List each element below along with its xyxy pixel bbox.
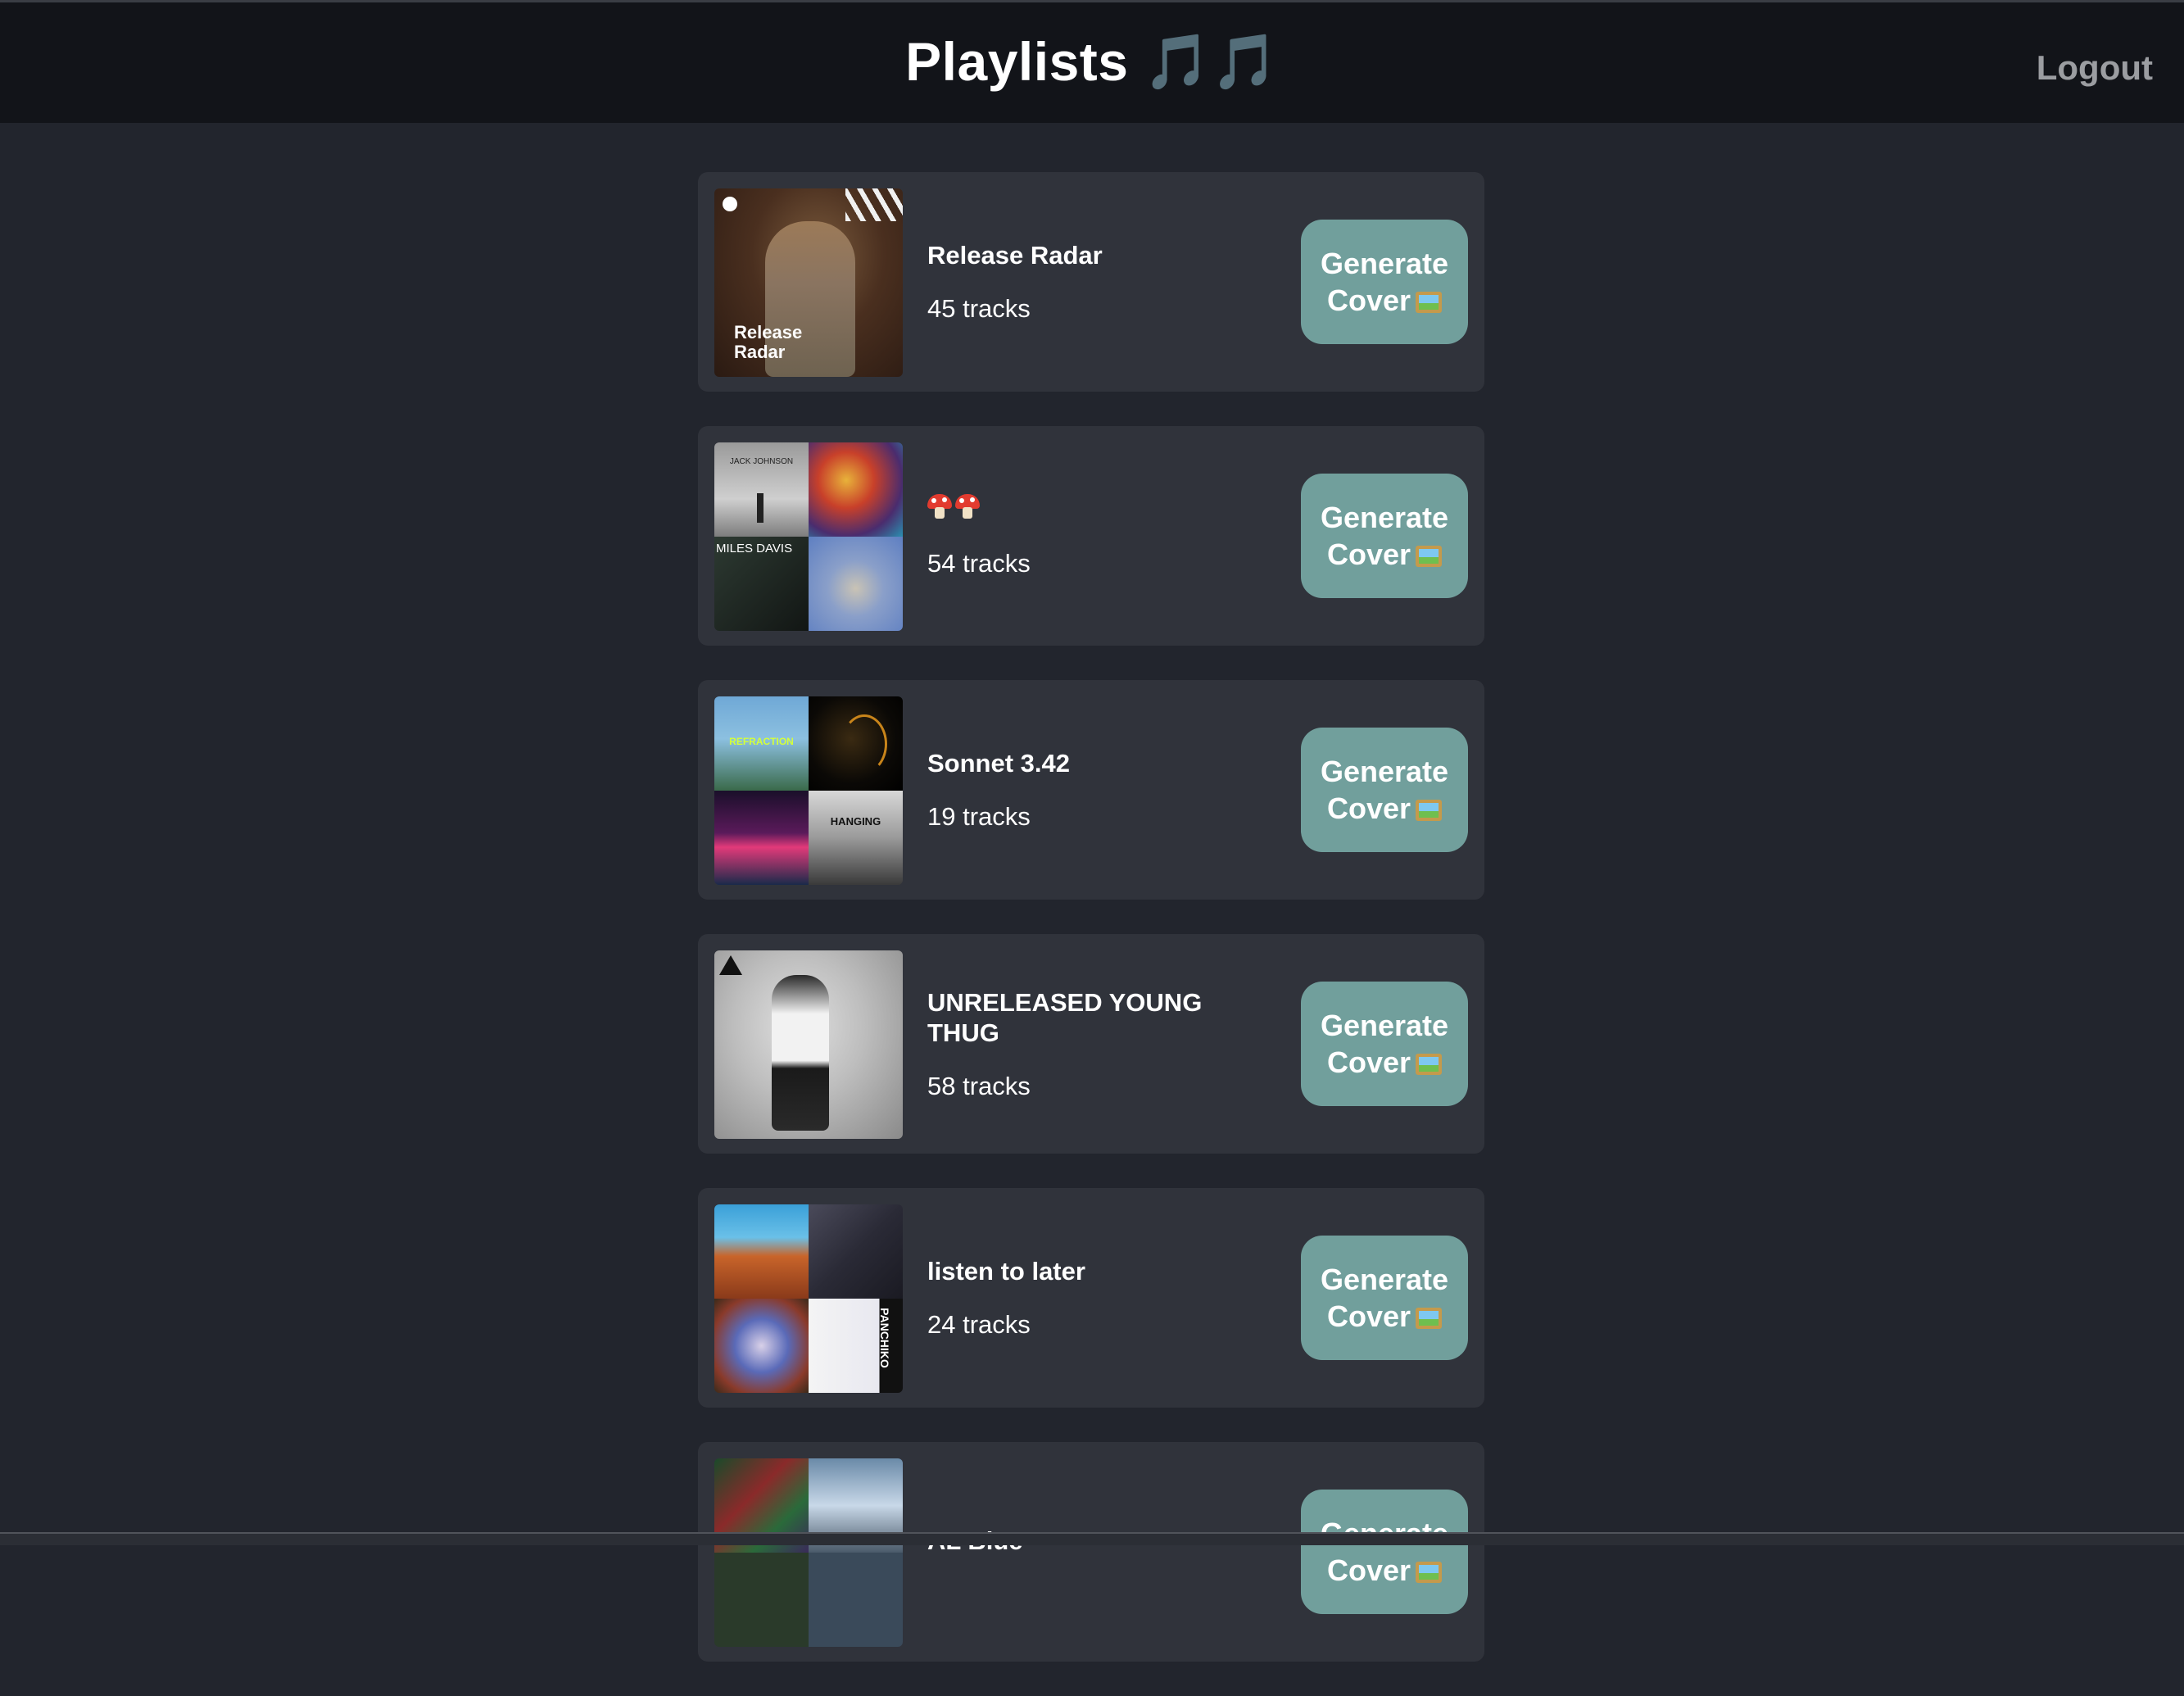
generate-cover-label-2: Cover [1326, 283, 1411, 317]
mushroom-icon [927, 493, 952, 519]
generate-cover-label: Generate [1320, 755, 1449, 788]
cover-tile [809, 537, 903, 631]
playlist-info: Sonnet 3.42 19 tracks [927, 680, 1239, 900]
mushroom-icon [955, 493, 980, 519]
generate-cover-label: Generate [1320, 247, 1449, 280]
page-title-text: Playlists [905, 31, 1129, 92]
track-count: 19 tracks [927, 802, 1031, 831]
track-count: 45 tracks [927, 294, 1031, 323]
logout-link[interactable]: Logout [2037, 48, 2153, 88]
playlist-info: Release Radar 45 tracks [927, 172, 1239, 392]
cover-tile [714, 1553, 809, 1647]
cover-tile: HANGING [809, 791, 903, 885]
cover-figure [841, 714, 887, 773]
cover-tile [714, 791, 809, 885]
cover-tile: MILES DAVIS [714, 537, 809, 631]
cover-tile: PANCHIKO [809, 1299, 903, 1393]
generate-cover-label-2: Cover [1326, 791, 1411, 825]
triangle-logo-icon [719, 955, 742, 975]
playlist-name: listen to later [927, 1257, 1085, 1286]
framed-picture-icon [1416, 546, 1443, 567]
cover-tile [809, 696, 903, 791]
framed-picture-icon [1416, 1308, 1443, 1329]
framed-picture-icon [1416, 800, 1443, 821]
generate-cover-button[interactable]: Generate Cover [1301, 728, 1468, 852]
cover-tile-text: MILES DAVIS [716, 542, 793, 556]
playlist-card: PANCHIKO listen to later 24 tracks Gener… [698, 1188, 1484, 1408]
playlist-list: Release Radar Release Radar 45 tracks Ge… [698, 172, 1484, 1696]
playlist-cover [714, 1458, 903, 1647]
framed-picture-icon [1416, 292, 1443, 313]
track-count: 24 tracks [927, 1310, 1031, 1339]
generate-cover-button[interactable]: Generate Cover [1301, 1236, 1468, 1360]
generate-cover-label-2: Cover [1326, 1045, 1411, 1079]
generate-cover-label: Generate [1320, 1009, 1449, 1042]
cover-figure [757, 493, 763, 523]
playlist-cover: PANCHIKO [714, 1204, 903, 1393]
generate-cover-button[interactable]: Generate Cover [1301, 1490, 1468, 1614]
cover-tile-text: PANCHIKO [878, 1308, 891, 1368]
cover-tile: JACK JOHNSON [714, 442, 809, 537]
page-title: Playlists 🎵🎵 [0, 30, 2184, 94]
playlist-info: listen to later 24 tracks [927, 1188, 1239, 1408]
playlist-name: Sonnet 3.42 [927, 749, 1070, 778]
playlist-card: JACK JOHNSON MILES DAVIS 54 tracks Gener… [698, 426, 1484, 646]
playlist-card: AL Blue Generate Cover [698, 1442, 1484, 1662]
playlist-card: Release Radar Release Radar 45 tracks Ge… [698, 172, 1484, 392]
playlist-name: UNRELEASED YOUNG THUG [927, 987, 1203, 1047]
playlist-name: Release Radar [927, 241, 1103, 270]
cover-figure [772, 975, 829, 1131]
playlist-info: 54 tracks [927, 426, 1239, 646]
track-count: 58 tracks [927, 1071, 1031, 1100]
generate-cover-label: Generate [1320, 1263, 1449, 1296]
generate-cover-label-2: Cover [1326, 1553, 1411, 1587]
cover-tile [809, 1204, 903, 1299]
generate-cover-label-2: Cover [1326, 1299, 1411, 1333]
cover-stripes [845, 188, 903, 221]
generate-cover-button[interactable]: Generate Cover [1301, 982, 1468, 1106]
playlist-info: UNRELEASED YOUNG THUG 58 tracks [927, 934, 1239, 1154]
framed-picture-icon [1416, 1054, 1443, 1075]
app-header: Playlists 🎵🎵 Logout [0, 2, 2184, 123]
spotify-icon [723, 197, 737, 211]
cover-tile-text: HANGING [830, 815, 881, 828]
cover-tile: REFRACTION [714, 696, 809, 791]
cover-label: Release Radar [734, 322, 803, 362]
music-notes-icon: 🎵🎵 [1143, 31, 1279, 92]
cover-tile-text: REFRACTION [729, 736, 794, 747]
cover-tile [809, 1553, 903, 1647]
generate-cover-label-2: Cover [1326, 537, 1411, 571]
playlist-card: UNRELEASED YOUNG THUG 58 tracks Generate… [698, 934, 1484, 1154]
cover-tile [714, 1204, 809, 1299]
playlist-cover: JACK JOHNSON MILES DAVIS [714, 442, 903, 631]
framed-picture-icon [1416, 1562, 1443, 1583]
playlist-cover: Release Radar [714, 188, 903, 377]
generate-cover-label: Generate [1320, 501, 1449, 534]
cover-tile [714, 1299, 809, 1393]
cover-tile-text: JACK JOHNSON [729, 457, 794, 466]
playlist-info: AL Blue [927, 1442, 1239, 1662]
generate-cover-button[interactable]: Generate Cover [1301, 220, 1468, 344]
cover-tile [809, 442, 903, 537]
playlist-name [927, 493, 1239, 525]
playlist-card: REFRACTION HANGING Sonnet 3.42 19 tracks… [698, 680, 1484, 900]
generate-cover-button[interactable]: Generate Cover [1301, 474, 1468, 598]
playlist-cover [714, 950, 903, 1139]
playlist-cover: REFRACTION HANGING [714, 696, 903, 885]
track-count: 54 tracks [927, 548, 1031, 578]
